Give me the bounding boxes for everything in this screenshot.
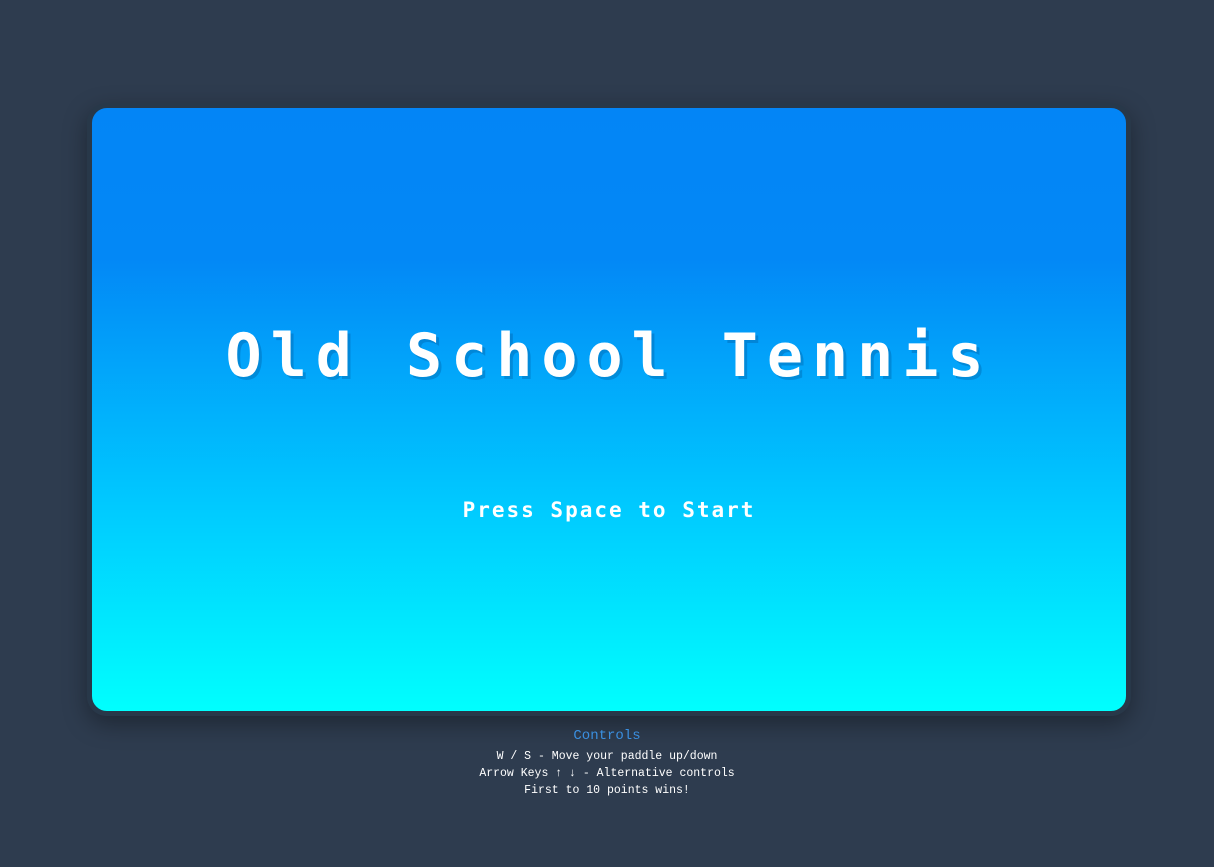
controls-panel: Controls W / S - Move your paddle up/dow… xyxy=(0,726,1214,799)
game-title: Old School Tennis xyxy=(225,321,993,391)
controls-line-arrows: Arrow Keys ↑ ↓ - Alternative controls xyxy=(479,767,735,780)
game-canvas[interactable]: Old School Tennis Press Space to Start xyxy=(87,103,1131,716)
controls-heading: Controls xyxy=(573,728,641,744)
controls-line-move: W / S - Move your paddle up/down xyxy=(496,750,718,763)
start-prompt: Press Space to Start xyxy=(462,498,756,522)
controls-line-win: First to 10 points wins! xyxy=(524,784,690,797)
